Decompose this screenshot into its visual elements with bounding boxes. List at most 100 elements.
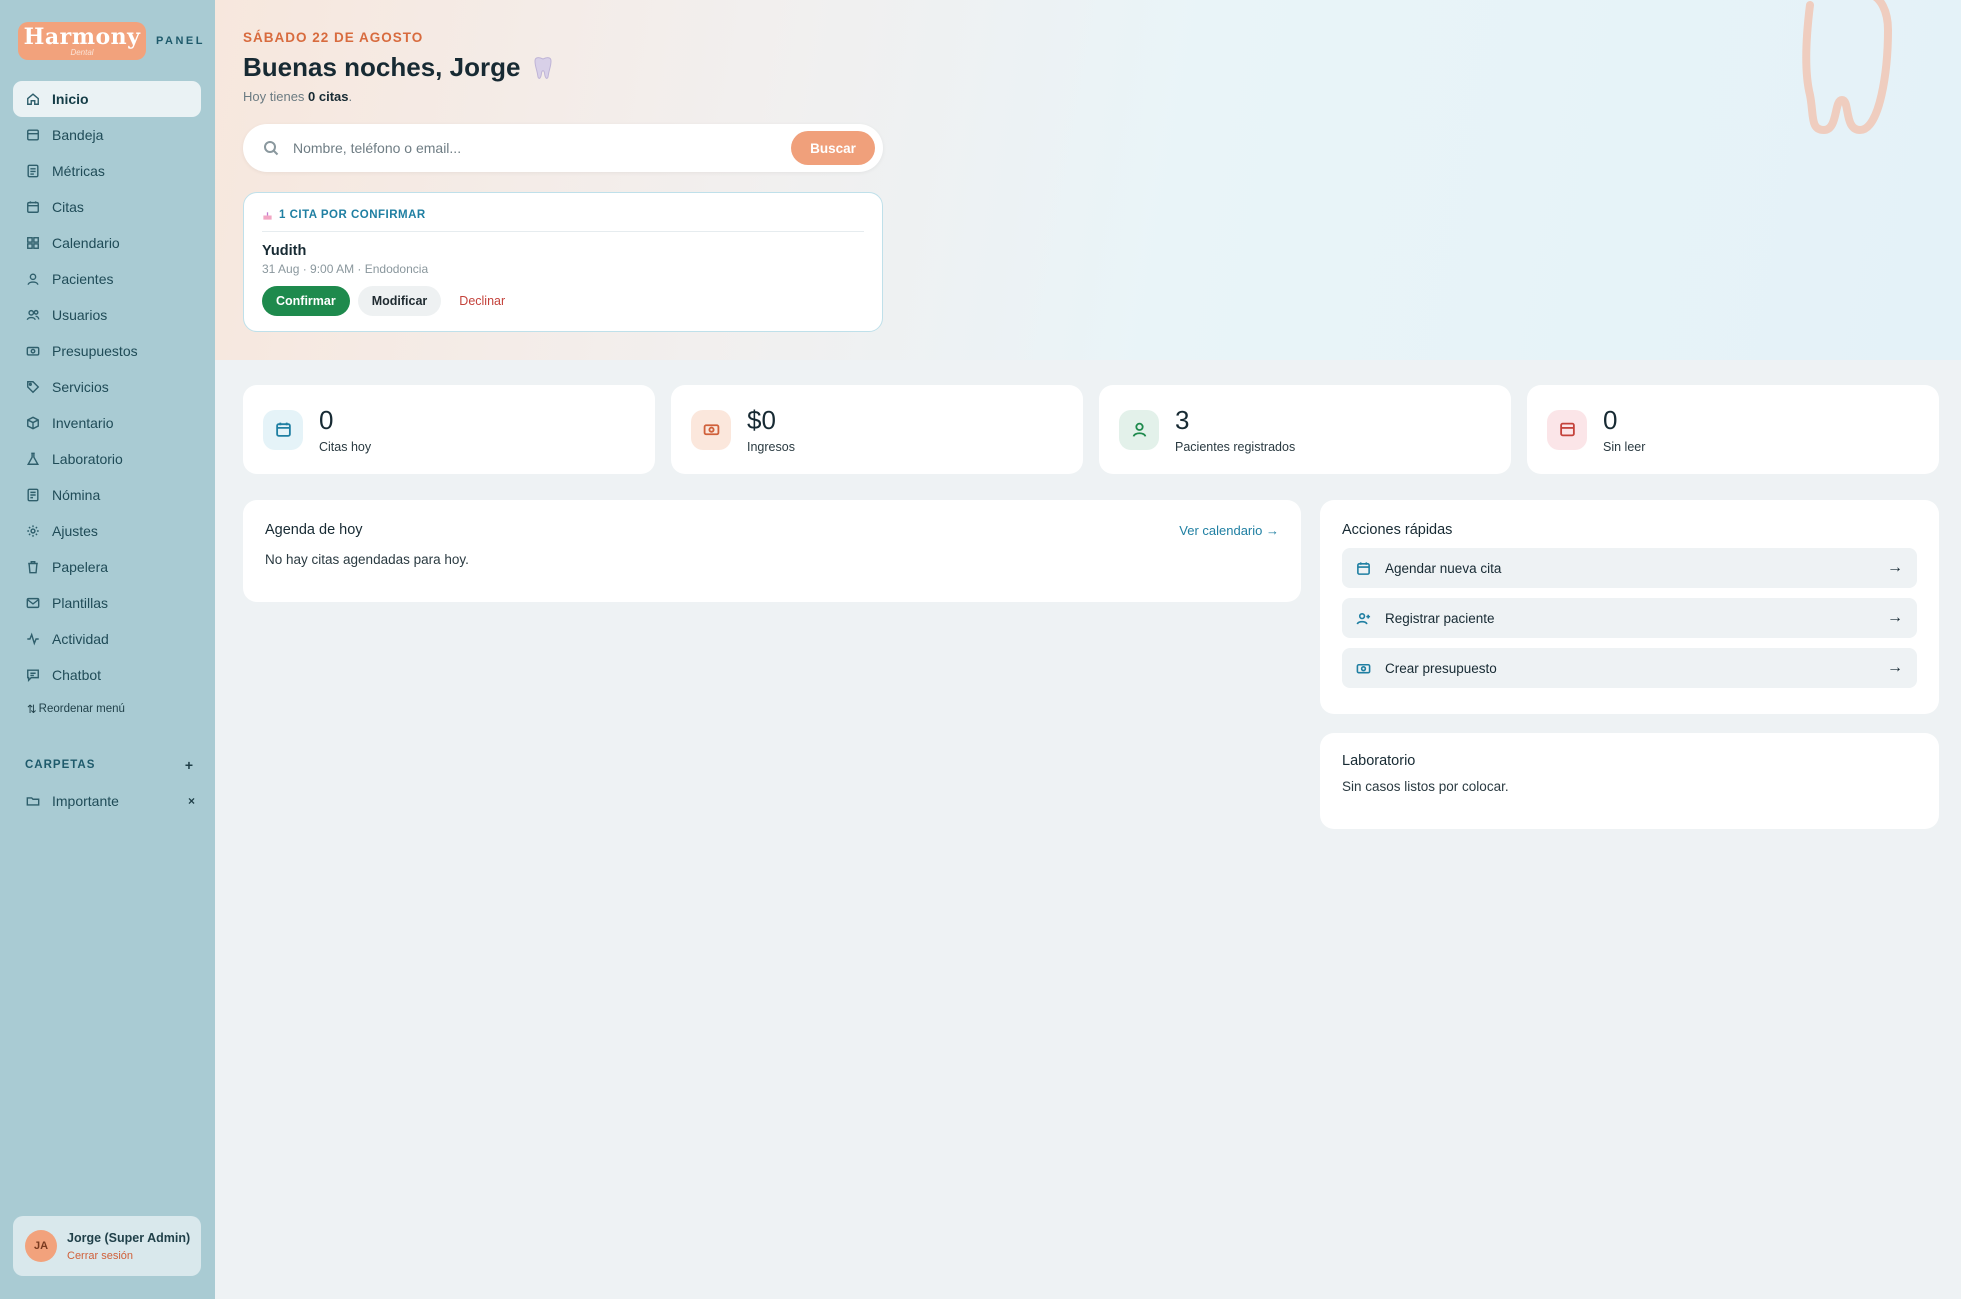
sidebar-item-laboratorio[interactable]: Laboratorio [13, 441, 201, 477]
sidebar-item-presupuestos[interactable]: Presupuestos [13, 333, 201, 369]
folder-icon [26, 797, 40, 806]
inbox-icon [1559, 422, 1575, 437]
sidebar-item-label: Chatbot [52, 667, 102, 683]
panel-label: PANEL [156, 35, 205, 47]
grid-icon [27, 237, 39, 249]
quick-action-2[interactable]: Registrar paciente → [1342, 598, 1917, 638]
remove-folder-button[interactable]: × [188, 794, 195, 808]
quick-actions-title: Acciones rápidas [1342, 522, 1453, 538]
pending-header: 1 CITA POR CONFIRMAR [262, 209, 864, 232]
sidebar-item-metricas[interactable]: Métricas [13, 153, 201, 189]
folder-item-importante[interactable]: Importante × [26, 790, 195, 812]
sidebar-item-servicios[interactable]: Servicios [13, 369, 201, 405]
sidebar-item-papelera[interactable]: Papelera [13, 549, 201, 585]
stat-card[interactable]: 3 Pacientes registrados [1099, 385, 1511, 474]
stat-card[interactable]: 0 Citas hoy [243, 385, 655, 474]
users-icon [26, 309, 40, 321]
sidebar-item-usuarios[interactable]: Usuarios [13, 297, 201, 333]
sidebar-item-label: Inicio [52, 91, 89, 107]
modify-button[interactable]: Modificar [357, 286, 442, 316]
pending-appointment-card: 1 CITA POR CONFIRMAR Yudith 31 Aug · 9:0… [243, 192, 883, 332]
sidebar-item-actividad[interactable]: Actividad [13, 621, 201, 657]
tooth-decoration-icon [1802, 0, 1893, 135]
sidebar-item-label: Ajustes [52, 523, 98, 539]
sidebar-item-label: Plantillas [52, 595, 109, 611]
stat-label: Ingresos [747, 440, 795, 454]
sidebar-item-label: Servicios [52, 379, 109, 395]
stat-card[interactable]: 0 Sin leer [1527, 385, 1939, 474]
stat-icon [263, 409, 303, 450]
today-summary: Hoy tienes 0 citas. [243, 89, 353, 104]
sidebar-item-inventario[interactable]: Inventario [13, 405, 201, 441]
sidebar-item-label: Calendario [52, 235, 120, 251]
user-name: Jorge (Super Admin) [67, 1230, 191, 1245]
sidebar-item-label: Laboratorio [52, 451, 123, 467]
search-icon [264, 141, 279, 156]
sidebar-item-citas[interactable]: Citas [13, 189, 201, 225]
brand: Harmony Dental PANEL [18, 22, 205, 60]
search-bar: Buscar [243, 124, 883, 172]
quick-actions-card: Acciones rápidas Agendar nueva cita → Reg… [1320, 500, 1939, 714]
agenda-empty-text: No hay citas agendadas para hoy. [265, 552, 469, 567]
sidebar-item-label: Nómina [52, 487, 101, 503]
arrow-right-icon: → [1887, 659, 1903, 676]
sidebar-item-ajustes[interactable]: Ajustes [13, 513, 201, 549]
sidebar-item-label: Bandeja [52, 127, 104, 143]
pending-meta: 31 Aug · 9:00 AM · Endodoncia [262, 262, 429, 276]
sidebar-item-label: Citas [52, 199, 84, 215]
sidebar-item-label: Actividad [52, 631, 109, 647]
reorder-menu-button[interactable]: ⇅ Reordenar menú [27, 702, 125, 716]
agenda-title: Agenda de hoy [265, 522, 363, 538]
gear-icon [27, 525, 39, 537]
chat-icon [27, 669, 39, 682]
sidebar-item-label: Métricas [52, 163, 105, 179]
sidebar-item-calendario[interactable]: Calendario [13, 225, 201, 261]
quick-action-label: Agendar nueva cita [1385, 560, 1502, 576]
stats-row: 0 Citas hoy $0 Ingresos 3 Pacientes regi… [243, 385, 1939, 474]
sidebar-nav: Inicio Bandeja Métricas Citas Calendario Paci… [13, 81, 201, 693]
sidebar-item-bandeja[interactable]: Bandeja [13, 117, 201, 153]
sidebar-item-label: Papelera [52, 559, 109, 575]
metrics-icon [27, 164, 39, 178]
money-icon [703, 424, 719, 436]
mail-icon [26, 597, 40, 609]
user-icon [27, 273, 39, 285]
stat-icon [691, 409, 731, 450]
sidebar-item-label: Pacientes [52, 271, 114, 287]
sidebar-item-plantillas[interactable]: Plantillas [13, 585, 201, 621]
add-user-icon [1356, 612, 1371, 624]
agenda-card: Agenda de hoy Ver calendario → No hay ci… [243, 500, 1301, 602]
add-folder-button[interactable]: + [185, 757, 193, 773]
activity-icon [27, 632, 39, 646]
search-button[interactable]: Buscar [791, 131, 875, 165]
logout-link[interactable]: Cerrar sesión [67, 1250, 190, 1262]
folders-header: CARPETAS + [25, 757, 193, 773]
pending-patient-name: Yudith [262, 243, 307, 259]
confirm-button[interactable]: Confirmar [262, 286, 350, 316]
sidebar-item-nomina[interactable]: Nómina [13, 477, 201, 513]
inbox-icon [27, 129, 39, 141]
decline-button[interactable]: Declinar [459, 294, 505, 308]
logo[interactable]: Harmony Dental [18, 22, 146, 60]
stat-value: $0 [747, 405, 776, 435]
quick-action-label: Crear presupuesto [1385, 660, 1497, 676]
quick-action-label: Registrar paciente [1385, 610, 1495, 626]
calendar-icon [1357, 561, 1370, 575]
stat-icon [1547, 409, 1587, 450]
tooth-icon [534, 56, 552, 79]
search-input[interactable] [293, 140, 791, 156]
arrow-right-icon: → [1887, 609, 1903, 626]
lab-card: Laboratorio Sin casos listos por colocar… [1320, 733, 1939, 829]
sidebar-item-chatbot[interactable]: Chatbot [13, 657, 201, 693]
pending-actions: Confirmar Modificar Declinar [262, 286, 864, 316]
avatar: JA [25, 1230, 57, 1262]
quick-action-1[interactable]: Agendar nueva cita → [1342, 548, 1917, 588]
stat-card[interactable]: $0 Ingresos [671, 385, 1083, 474]
sidebar-item-pacientes[interactable]: Pacientes [13, 261, 201, 297]
calendar-icon [27, 201, 39, 213]
view-calendar-link[interactable]: Ver calendario → [1179, 523, 1279, 538]
sidebar-item-inicio[interactable]: Inicio [13, 81, 201, 117]
stat-label: Pacientes registrados [1175, 440, 1296, 454]
stat-value: 0 [319, 405, 334, 435]
quick-action-3[interactable]: Crear presupuesto → [1342, 648, 1917, 688]
